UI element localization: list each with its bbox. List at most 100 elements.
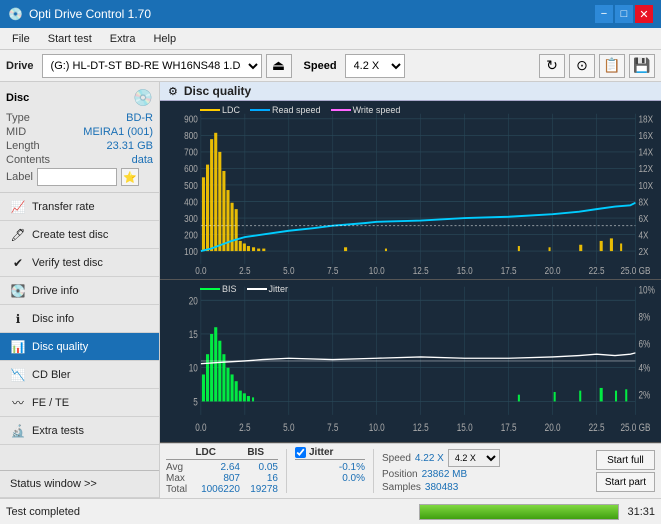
ldc-avg: 2.64 — [190, 462, 240, 473]
svg-text:4%: 4% — [639, 363, 651, 375]
label-input[interactable] — [37, 168, 117, 186]
svg-text:7.5: 7.5 — [327, 422, 338, 434]
save-button[interactable]: 💾 — [629, 54, 655, 78]
main-area: Disc 💿 Type BD-R MID MEIRA1 (001) Length… — [0, 82, 661, 498]
minimize-button[interactable]: − — [595, 5, 613, 23]
svg-text:10%: 10% — [639, 285, 656, 297]
bis-max: 16 — [242, 473, 278, 484]
jitter-checkbox[interactable] — [295, 447, 306, 458]
sidebar-item-verify-test-disc[interactable]: ✔ Verify test disc — [0, 249, 159, 277]
menu-help[interactable]: Help — [145, 31, 184, 47]
start-part-button[interactable]: Start part — [596, 472, 655, 492]
sidebar-item-disc-info[interactable]: ℹ Disc info — [0, 305, 159, 333]
sidebar-item-disc-quality[interactable]: 📊 Disc quality — [0, 333, 159, 361]
disc-type-row: Type BD-R — [6, 112, 153, 124]
close-button[interactable]: ✕ — [635, 5, 653, 23]
sidebar-item-label: Disc info — [32, 313, 74, 325]
create-test-disc-icon: 🖊 — [10, 227, 26, 243]
start-full-button[interactable]: Start full — [596, 450, 655, 470]
chart-header: ⚙ Disc quality — [160, 82, 661, 101]
disc-panel: Disc 💿 Type BD-R MID MEIRA1 (001) Length… — [0, 82, 159, 193]
speed-select[interactable]: 4.2 X — [345, 54, 405, 78]
svg-text:6X: 6X — [639, 213, 649, 224]
menu-file[interactable]: File — [4, 31, 38, 47]
svg-text:0.0: 0.0 — [195, 422, 206, 434]
sidebar-item-drive-info[interactable]: 💽 Drive info — [0, 277, 159, 305]
stats-bar: LDC BIS Avg 2.64 0.05 Max 807 16 Total 1… — [160, 443, 661, 498]
sidebar-item-label: Transfer rate — [32, 201, 95, 213]
jitter-header: Jitter — [309, 447, 333, 458]
charts-area: LDC Read speed Write speed — [160, 101, 661, 443]
disc-panel-title: Disc — [6, 92, 29, 104]
refresh-button[interactable]: ↻ — [539, 54, 565, 78]
sidebar-item-extra-tests[interactable]: 🔬 Extra tests — [0, 417, 159, 445]
svg-text:8X: 8X — [639, 196, 649, 207]
svg-text:20: 20 — [189, 295, 198, 307]
content-area: ⚙ Disc quality LDC Read speed — [160, 82, 661, 498]
maximize-button[interactable]: □ — [615, 5, 633, 23]
menu-extra[interactable]: Extra — [102, 31, 144, 47]
disc-label-text: Label — [6, 171, 33, 183]
legend-write: Write speed — [331, 105, 401, 115]
sidebar-item-status-window[interactable]: Status window >> — [0, 470, 159, 498]
disc-contents-row: Contents data — [6, 154, 153, 166]
legend-read: Read speed — [250, 105, 321, 115]
speed-label: Speed — [304, 60, 337, 72]
status-window-label: Status window >> — [10, 478, 97, 490]
sidebar-item-label: CD Bler — [32, 369, 71, 381]
sidebar-item-cd-bler[interactable]: 📉 CD Bler — [0, 361, 159, 389]
svg-text:0.0: 0.0 — [195, 265, 206, 276]
legend-jitter: Jitter — [247, 284, 289, 294]
progress-bar-fill — [420, 505, 618, 519]
progress-bar — [419, 504, 619, 520]
sidebar-item-label: Verify test disc — [32, 257, 103, 269]
total-label: Total — [166, 484, 188, 495]
disc-quality-icon: 📊 — [10, 339, 26, 355]
max-label: Max — [166, 473, 188, 484]
cd-bler-icon: 📉 — [10, 367, 26, 383]
svg-text:22.5: 22.5 — [589, 265, 605, 276]
status-text: Test completed — [6, 506, 411, 518]
svg-text:300: 300 — [184, 213, 198, 224]
speed-stat-select[interactable]: 4.2 X — [448, 449, 500, 467]
disc-contents-label: Contents — [6, 154, 50, 166]
app-icon: 💿 — [8, 7, 23, 21]
svg-text:20.0: 20.0 — [545, 265, 561, 276]
svg-text:8%: 8% — [639, 312, 651, 324]
svg-text:700: 700 — [184, 147, 198, 158]
sidebar-item-fe-te[interactable]: 〰 FE / TE — [0, 389, 159, 417]
speed-position-stats: Speed 4.22 X 4.2 X Position 23862 MB Sam… — [382, 449, 500, 493]
eject-button[interactable]: ⏏ — [266, 54, 292, 78]
svg-text:900: 900 — [184, 114, 198, 125]
drive-select[interactable]: (G:) HL-DT-ST BD-RE WH16NS48 1.D3 — [42, 54, 262, 78]
svg-text:15.0: 15.0 — [457, 422, 473, 434]
drive-info-icon: 💽 — [10, 283, 26, 299]
ldc-chart: LDC Read speed Write speed — [160, 101, 661, 280]
svg-text:25.0 GB: 25.0 GB — [620, 265, 650, 276]
bis-legend: BIS Jitter — [200, 284, 288, 294]
disc-mid-label: MID — [6, 126, 26, 138]
svg-text:2X: 2X — [639, 246, 649, 257]
label-button[interactable]: ⭐ — [121, 168, 139, 186]
disc-contents-value: data — [132, 154, 153, 166]
svg-text:10.0: 10.0 — [369, 265, 385, 276]
svg-text:10: 10 — [189, 363, 198, 375]
svg-text:16X: 16X — [639, 130, 654, 141]
time-label: 31:31 — [627, 506, 655, 518]
svg-text:12.5: 12.5 — [413, 422, 429, 434]
transfer-rate-icon: 📈 — [10, 199, 26, 215]
svg-text:12X: 12X — [639, 163, 654, 174]
disc-panel-icon: 💿 — [133, 88, 153, 108]
legend-ldc: LDC — [200, 105, 240, 115]
chart-gear-icon: ⚙ — [168, 85, 178, 98]
sidebar-item-transfer-rate[interactable]: 📈 Transfer rate — [0, 193, 159, 221]
avg-label: Avg — [166, 462, 188, 473]
target-button[interactable]: ⊙ — [569, 54, 595, 78]
svg-text:5: 5 — [193, 397, 198, 409]
sidebar-item-create-test-disc[interactable]: 🖊 Create test disc — [0, 221, 159, 249]
menu-start-test[interactable]: Start test — [40, 31, 100, 47]
titlebar: 💿 Opti Drive Control 1.70 − □ ✕ — [0, 0, 661, 28]
svg-text:100: 100 — [184, 246, 198, 257]
copy-button[interactable]: 📋 — [599, 54, 625, 78]
titlebar-controls: − □ ✕ — [595, 5, 653, 23]
